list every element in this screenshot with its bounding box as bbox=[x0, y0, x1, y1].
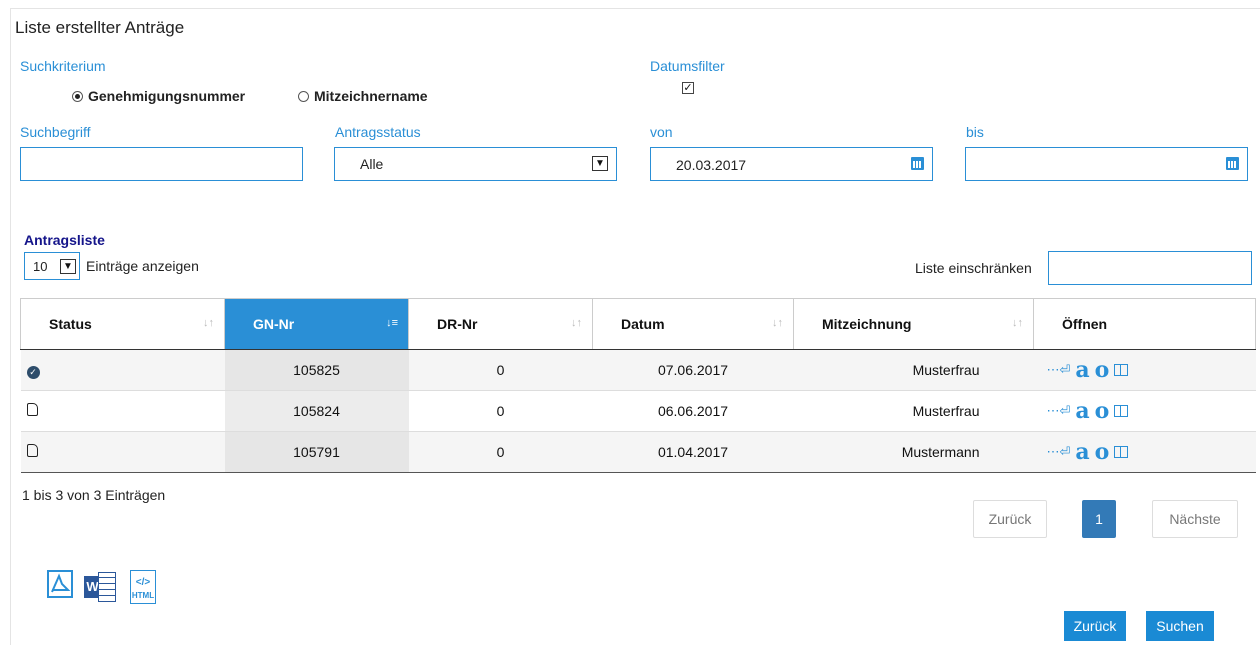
date-cell: 06.06.2017 bbox=[592, 390, 794, 432]
sort-desc-icon: ↓≡ bbox=[386, 317, 398, 329]
column-header-gn-nr[interactable]: GN-Nr ↓≡ bbox=[224, 298, 409, 350]
gn-cell: 105825 bbox=[224, 349, 409, 391]
to-date-field[interactable] bbox=[965, 147, 1248, 181]
chevron-down-icon: ▼ bbox=[60, 259, 76, 274]
word-export-icon[interactable]: W bbox=[84, 572, 118, 602]
page-title: Liste erstellter Anträge bbox=[15, 18, 185, 37]
message-icon[interactable]: ⋯⏎ bbox=[1047, 403, 1071, 419]
letter-o-icon[interactable]: o bbox=[1095, 400, 1110, 422]
table-info: 1 bis 3 von 3 Einträgen bbox=[22, 487, 166, 503]
pdf-export-icon[interactable] bbox=[47, 570, 73, 598]
windows-icon[interactable] bbox=[1114, 405, 1129, 417]
status-cell bbox=[20, 390, 225, 432]
list-filter-input[interactable] bbox=[1048, 251, 1252, 285]
search-term-label: Suchbegriff bbox=[20, 124, 91, 140]
pagination-page-1[interactable]: 1 bbox=[1082, 500, 1116, 538]
column-header-oeffnen: Öffnen bbox=[1033, 298, 1256, 350]
table-row[interactable]: 105824 0 06.06.2017 Musterfrau ⋯⏎ a o bbox=[20, 390, 1256, 432]
column-header-mitzeichnung[interactable]: Mitzeichnung ↓↑ bbox=[793, 298, 1034, 350]
back-button[interactable]: Zurück bbox=[1064, 611, 1126, 641]
code-icon: </> bbox=[135, 577, 151, 588]
letter-a-icon[interactable]: a bbox=[1075, 441, 1089, 463]
column-header-status[interactable]: Status ↓↑ bbox=[20, 298, 225, 350]
letter-a-icon[interactable]: a bbox=[1075, 400, 1089, 422]
table-row[interactable]: ✓ 105825 0 07.06.2017 Musterfrau ⋯⏎ a o bbox=[20, 349, 1256, 391]
sort-icon: ↓↑ bbox=[772, 317, 783, 329]
letter-o-icon[interactable]: o bbox=[1095, 441, 1110, 463]
actions-cell: ⋯⏎ a o bbox=[1033, 431, 1256, 473]
column-header-dr-nr[interactable]: DR-Nr ↓↑ bbox=[408, 298, 593, 350]
pagination-next-button[interactable]: Nächste bbox=[1152, 500, 1238, 538]
dr-cell: 0 bbox=[408, 390, 593, 432]
signer-cell: Musterfrau bbox=[793, 390, 1034, 432]
date-cell: 07.06.2017 bbox=[592, 349, 794, 391]
calendar-icon[interactable] bbox=[1226, 157, 1239, 170]
dr-cell: 0 bbox=[408, 431, 593, 473]
radio-mitzeichnername[interactable]: Mitzeichnername bbox=[298, 88, 428, 104]
radio-unchecked-icon bbox=[298, 90, 309, 102]
requests-table: Status ↓↑ GN-Nr ↓≡ DR-Nr ↓↑ Datum ↓↑ Mitzeic… bbox=[20, 298, 1256, 473]
table-row[interactable]: 105791 0 01.04.2017 Mustermann ⋯⏎ a o bbox=[20, 431, 1256, 473]
to-label: bis bbox=[966, 124, 984, 140]
entries-label: Einträge anzeigen bbox=[86, 258, 199, 274]
date-filter-label: Datumsfilter bbox=[650, 58, 725, 74]
radio-label-genehmigungsnummer: Genehmigungsnummer bbox=[88, 88, 246, 104]
search-term-input[interactable] bbox=[20, 147, 303, 181]
gn-cell: 105791 bbox=[224, 431, 409, 473]
windows-icon[interactable] bbox=[1114, 364, 1129, 376]
date-cell: 01.04.2017 bbox=[592, 431, 794, 473]
html-label: HTML bbox=[131, 591, 155, 600]
from-date-value: 20.03.2017 bbox=[676, 157, 747, 173]
windows-icon[interactable] bbox=[1114, 446, 1129, 458]
sort-icon: ↓↑ bbox=[571, 317, 582, 329]
sort-icon: ↓↑ bbox=[1012, 317, 1023, 329]
from-date-field[interactable]: 20.03.2017 bbox=[650, 147, 933, 181]
from-label: von bbox=[650, 124, 673, 140]
message-icon[interactable]: ⋯⏎ bbox=[1047, 444, 1071, 460]
document-icon bbox=[26, 444, 38, 457]
status-cell: ✓ bbox=[20, 349, 225, 391]
radio-genehmigungsnummer[interactable]: Genehmigungsnummer bbox=[72, 88, 245, 104]
list-filter-label: Liste einschränken bbox=[915, 260, 1032, 276]
signer-cell: Musterfrau bbox=[793, 349, 1034, 391]
status-cell bbox=[20, 431, 225, 473]
document-icon bbox=[26, 403, 38, 416]
actions-cell: ⋯⏎ a o bbox=[1033, 390, 1256, 432]
status-select-value: Alle bbox=[360, 156, 384, 172]
list-title: Antragsliste bbox=[24, 232, 105, 248]
letter-o-icon[interactable]: o bbox=[1095, 359, 1110, 381]
word-doc-icon bbox=[98, 572, 116, 602]
check-circle-icon: ✓ bbox=[26, 365, 40, 379]
pdf-glyph-icon bbox=[51, 573, 71, 593]
column-header-datum[interactable]: Datum ↓↑ bbox=[592, 298, 794, 350]
html-export-icon[interactable]: </> HTML bbox=[130, 570, 156, 604]
sort-icon: ↓↑ bbox=[203, 317, 214, 329]
signer-cell: Mustermann bbox=[793, 431, 1034, 473]
page-size-value: 10 bbox=[33, 259, 48, 274]
calendar-icon[interactable] bbox=[911, 157, 924, 170]
gn-cell: 105824 bbox=[224, 390, 409, 432]
search-criterion-label: Suchkriterium bbox=[20, 58, 106, 74]
chevron-down-icon: ▼ bbox=[592, 156, 608, 171]
dr-cell: 0 bbox=[408, 349, 593, 391]
page-size-select[interactable]: 10 ▼ bbox=[24, 252, 80, 280]
status-select[interactable]: Alle ▼ bbox=[334, 147, 617, 181]
date-filter-checkbox[interactable]: ✓ bbox=[682, 82, 694, 94]
actions-cell: ⋯⏎ a o bbox=[1033, 349, 1256, 391]
message-icon[interactable]: ⋯⏎ bbox=[1047, 362, 1071, 378]
letter-a-icon[interactable]: a bbox=[1075, 359, 1089, 381]
status-label: Antragsstatus bbox=[335, 124, 421, 140]
search-button[interactable]: Suchen bbox=[1146, 611, 1214, 641]
radio-label-mitzeichnername: Mitzeichnername bbox=[314, 88, 428, 104]
radio-checked-icon bbox=[72, 90, 83, 102]
pagination-prev-button[interactable]: Zurück bbox=[973, 500, 1047, 538]
